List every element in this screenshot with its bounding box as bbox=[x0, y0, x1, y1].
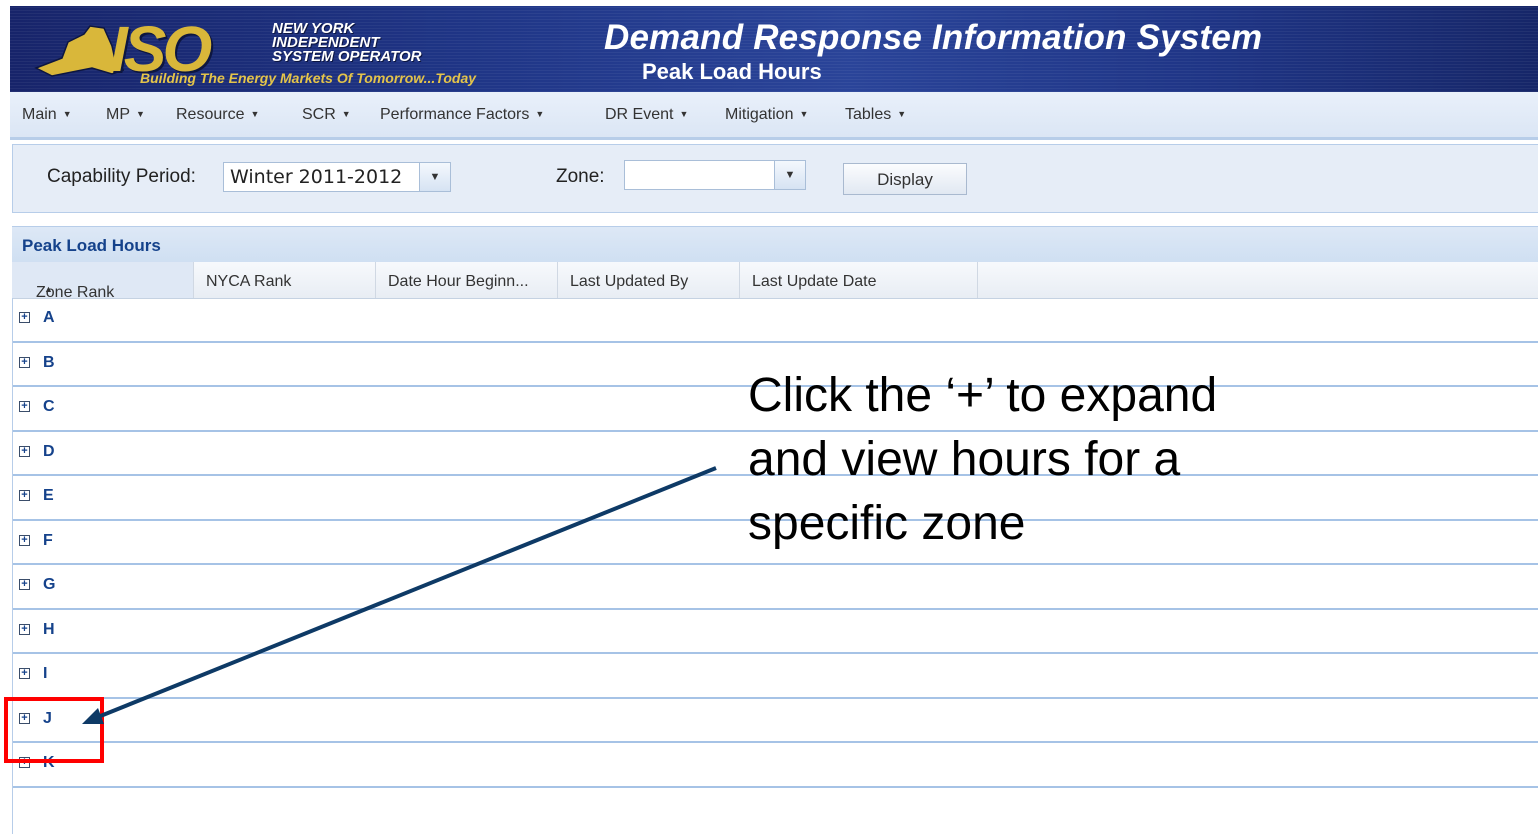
callout-line-3: specific zone bbox=[748, 497, 1026, 550]
callout-line-2: and view hours for a bbox=[748, 433, 1181, 486]
callout-line-1: Click the ‘+’ to expand bbox=[748, 369, 1218, 422]
instruction-callout: Click the ‘+’ to expand and view hours f… bbox=[748, 364, 1308, 556]
